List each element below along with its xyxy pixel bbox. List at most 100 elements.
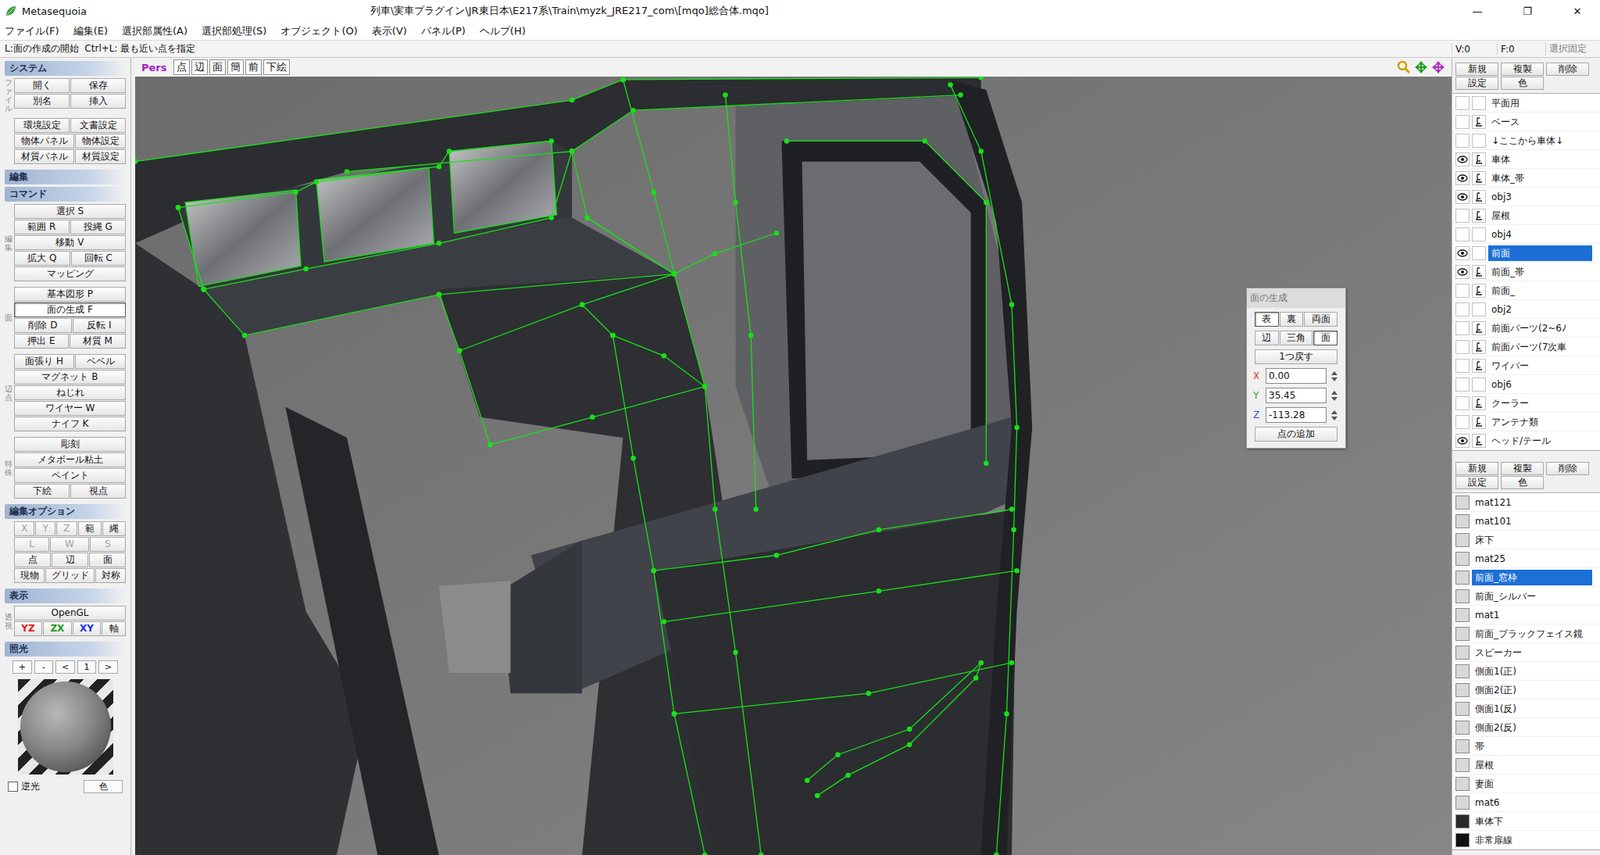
light-preview[interactable] [17,678,114,775]
command-button[interactable]: 彫刻 [14,436,126,452]
visibility-toggle[interactable] [1455,133,1470,148]
menu-item[interactable]: 選択部処理(S) [201,24,267,39]
visibility-toggle[interactable] [1455,414,1470,429]
command-button[interactable]: L [14,536,50,552]
command-button[interactable]: 軸 [101,621,126,636]
command-button[interactable]: 材質パネル [14,149,75,165]
side-button[interactable]: 表 [1254,311,1279,327]
material-row[interactable]: 前面_窓枠 [1452,567,1600,587]
material-row[interactable]: mat101 [1452,511,1600,531]
panel-button[interactable]: 削除 [1546,461,1590,475]
undo-button[interactable]: 1つ戻す [1254,349,1338,365]
command-button[interactable]: 材質設定 [75,149,126,165]
backlight-checkbox[interactable] [7,781,18,792]
command-button[interactable]: 現物 [14,567,45,583]
lock-toggle[interactable] [1471,114,1486,129]
material-row[interactable]: 側面1(正) [1452,661,1600,681]
window-control[interactable]: — [1454,0,1500,22]
command-button[interactable]: 物体パネル [14,133,75,149]
visibility-toggle[interactable] [1455,433,1470,448]
menu-item[interactable]: 選択部属性(A) [121,24,188,39]
object-row[interactable]: 車体 [1452,150,1600,169]
visibility-toggle[interactable] [1455,377,1470,392]
coord-input[interactable]: 0.00 [1265,367,1327,384]
lock-toggle[interactable] [1471,171,1486,186]
lock-toggle[interactable] [1471,377,1486,392]
lock-toggle[interactable] [1471,339,1486,354]
command-button[interactable]: 選択 S [14,203,126,219]
menu-item[interactable]: オブジェクト(O) [280,24,358,39]
spinner[interactable] [1331,371,1340,382]
material-row[interactable]: 床下 [1452,530,1600,550]
lock-toggle[interactable] [1471,302,1486,317]
material-row[interactable]: 側面1(反) [1452,699,1600,718]
coord-input[interactable]: 35.45 [1265,387,1327,404]
command-button[interactable]: 面の生成 F [14,302,126,318]
lock-toggle[interactable] [1471,152,1486,167]
mode-button[interactable]: 三角 [1279,330,1314,346]
spin-down-icon[interactable] [1331,396,1338,401]
visibility-toggle[interactable] [1455,208,1470,223]
material-row[interactable]: mat6 [1452,792,1600,812]
panel-button[interactable]: 複製 [1500,461,1544,475]
command-button[interactable]: 文書設定 [70,117,126,133]
command-button[interactable]: 面張り H [14,353,75,369]
lock-toggle[interactable] [1471,227,1486,242]
lock-toggle[interactable] [1471,189,1486,204]
object-row[interactable]: 前面_帯 [1452,262,1600,282]
command-button[interactable]: 材質 M [69,333,126,349]
object-row[interactable]: ヘッド/テール [1452,431,1600,450]
command-button[interactable]: 縄 [102,521,126,536]
object-row[interactable]: obj4 [1452,225,1600,244]
material-row[interactable]: 側面2(正) [1452,680,1600,700]
command-button[interactable]: 点 [14,552,51,568]
lock-toggle[interactable] [1471,321,1486,336]
visibility-toggle[interactable] [1455,96,1470,111]
object-row[interactable]: 屋根 [1452,206,1600,225]
material-row[interactable]: 妻面 [1452,774,1600,793]
lock-toggle[interactable] [1471,264,1486,279]
visibility-toggle[interactable] [1455,339,1470,354]
material-row[interactable]: スピーカー [1452,642,1600,662]
visibility-toggle[interactable] [1455,246,1470,261]
command-button[interactable]: 押出 E [14,333,69,349]
object-row[interactable]: obj6 [1452,375,1600,394]
light-button[interactable]: + [12,660,33,674]
visibility-toggle[interactable] [1455,283,1470,298]
command-button[interactable]: 保存 [70,78,126,93]
command-button[interactable]: 基本図形 P [14,286,126,302]
command-button[interactable]: 対称 [95,567,126,583]
command-button[interactable]: 視点 [70,483,126,499]
spinner[interactable] [1331,390,1340,401]
view-button[interactable]: 下絵 [263,59,290,75]
spin-down-icon[interactable] [1331,377,1338,382]
visibility-toggle[interactable] [1455,264,1470,279]
object-row[interactable]: 前面 [1452,243,1600,263]
command-button[interactable]: ZX [42,621,72,636]
object-row[interactable]: 平面用 [1452,93,1600,113]
material-row[interactable]: 側面2(反) [1452,717,1600,737]
object-row[interactable]: ↓ここから車体↓ [1452,131,1600,150]
command-button[interactable]: OpenGL [14,605,126,621]
command-button[interactable]: 別名 [14,93,70,109]
command-button[interactable]: グリッド [45,567,95,583]
panel-button[interactable]: 複製 [1500,62,1544,76]
light-button[interactable]: < [55,660,75,674]
panel-button[interactable]: 削除 [1546,62,1590,76]
object-row[interactable]: アンテナ類 [1452,412,1600,432]
command-button[interactable]: 投縄 G [70,219,126,235]
lock-toggle[interactable] [1471,133,1486,148]
add-point-button[interactable]: 点の追加 [1254,426,1338,442]
coord-input[interactable]: -113.28 [1265,407,1327,423]
command-button[interactable]: Z [56,521,77,536]
lock-toggle[interactable] [1471,246,1486,261]
command-button[interactable]: 物体設定 [75,133,126,149]
view-mode[interactable]: Pers [141,61,168,74]
material-row[interactable]: 屋根 [1452,755,1600,775]
spin-down-icon[interactable] [1331,416,1338,421]
menu-item[interactable]: 表示(V) [371,24,408,39]
material-row[interactable]: 前面_ブラックフェイス鏡 [1452,624,1600,643]
command-button[interactable]: 挿入 [70,93,126,109]
visibility-toggle[interactable] [1455,227,1470,242]
window-control[interactable]: ❐ [1504,0,1550,22]
